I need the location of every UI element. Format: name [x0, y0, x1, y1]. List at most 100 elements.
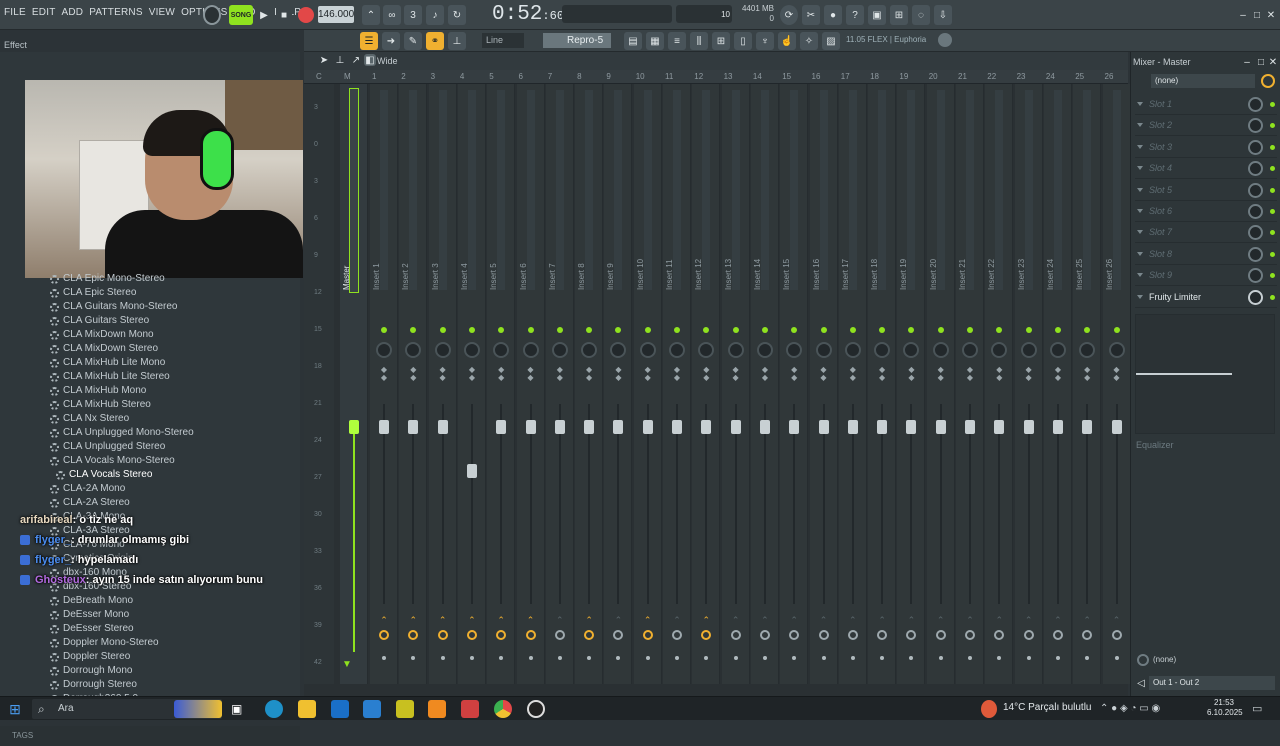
game-banner-icon[interactable] [174, 700, 222, 718]
stereo-icon[interactable]: ◆ ◆ [555, 366, 565, 384]
pan-knob[interactable] [463, 342, 480, 358]
volume-fader[interactable] [1023, 420, 1034, 434]
insert-enable-led[interactable] [439, 327, 446, 333]
stereo-icon[interactable]: ◆ ◆ [877, 366, 887, 384]
slot-enable-led[interactable] [1270, 144, 1275, 150]
minimize-icon[interactable]: – [1236, 5, 1250, 25]
output-select[interactable]: Out 1 - Out 2 [1149, 676, 1275, 690]
route-arrow-icon[interactable]: ⌃ [555, 616, 565, 625]
help-icon[interactable]: ? [846, 5, 864, 25]
pat-song-toggle[interactable] [203, 5, 221, 25]
slot-enable-led[interactable] [1270, 187, 1275, 193]
mixer-insert-strip[interactable]: Insert 25 ◆ ◆ ⌃ [1073, 84, 1102, 684]
volume-fader[interactable] [525, 420, 536, 434]
project-icon[interactable]: ▯ [734, 32, 752, 50]
effect-slot[interactable]: Slot 5 [1135, 180, 1277, 201]
route-arrow-icon[interactable]: ⌃ [819, 616, 829, 625]
route-knob[interactable] [701, 630, 712, 640]
pan-knob[interactable] [991, 342, 1008, 358]
volume-fader[interactable] [847, 420, 858, 434]
taskbar-clock[interactable]: 21:53 6.10.2025 [1207, 698, 1243, 718]
browser-item[interactable]: CLA MixDown Stereo [50, 342, 300, 356]
route-arrow-icon[interactable]: ⌃ [848, 616, 858, 625]
insert-enable-led[interactable] [879, 327, 886, 333]
menu-item[interactable]: PATTERNS [89, 7, 142, 18]
close-icon[interactable]: ✕ [1264, 5, 1278, 25]
insert-enable-led[interactable] [381, 327, 387, 333]
stereo-icon[interactable]: ◆ ◆ [936, 366, 946, 384]
route-arrow-icon[interactable]: ⌃ [1082, 616, 1092, 625]
mixer-insert-strip[interactable]: Insert 24 ◆ ◆ ⌃ [1043, 84, 1072, 684]
effect-slot[interactable]: Slot 6 [1135, 201, 1277, 222]
stereo-icon[interactable]: ◆ ◆ [1112, 366, 1122, 384]
slot-menu-icon[interactable] [1137, 294, 1143, 299]
pan-knob[interactable] [434, 342, 451, 358]
touch-icon[interactable]: ☝ [778, 32, 796, 50]
master-arrow-icon[interactable]: ▼ [340, 658, 354, 670]
pan-knob[interactable] [874, 342, 891, 358]
wait-input-icon[interactable]: ∞ [383, 5, 401, 25]
route-arrow-icon[interactable]: ⌃ [789, 616, 799, 625]
bottom-slot-knob[interactable] [1137, 654, 1149, 666]
master-pitch-slider[interactable] [562, 5, 672, 23]
tags-bar[interactable]: TAGS [0, 726, 300, 746]
mixer-menu-icon[interactable]: ➤ [318, 54, 330, 66]
mixer-insert-strip[interactable]: Insert 8 ◆ ◆ ⌃ [575, 84, 604, 684]
slot-menu-icon[interactable] [1137, 102, 1143, 106]
pan-knob[interactable] [581, 342, 598, 358]
insert-enable-led[interactable] [849, 327, 856, 333]
route-arrow-icon[interactable]: ⌃ [731, 616, 741, 625]
route-arrow-icon[interactable]: ⌃ [965, 616, 975, 625]
stamp-icon[interactable]: ⊥ [448, 32, 466, 50]
preset-select[interactable]: (none) [1151, 74, 1255, 88]
browser-item[interactable]: CLA Vocals Stereo [50, 468, 300, 482]
browser-item[interactable]: CLA Nx Stereo [50, 412, 300, 426]
pan-knob[interactable] [1079, 342, 1096, 358]
stereo-icon[interactable]: ◆ ◆ [819, 366, 829, 384]
save-icon[interactable]: ▣ [868, 5, 886, 25]
slot-menu-icon[interactable] [1137, 251, 1143, 256]
browser-item[interactable]: CLA Unplugged Stereo [50, 440, 300, 454]
mixer-insert-strip[interactable]: Insert 6 ◆ ◆ ⌃ [516, 84, 545, 684]
route-knob[interactable] [642, 630, 653, 640]
mixer-insert-strip[interactable]: Insert 4 ◆ ◆ ⌃ [457, 84, 486, 684]
slot-menu-icon[interactable] [1137, 166, 1143, 171]
slot-enable-led[interactable] [1270, 166, 1275, 172]
menu-item[interactable]: FILE [4, 7, 26, 18]
insert-enable-led[interactable] [967, 327, 973, 333]
mixer-insert-strip[interactable]: Insert 16 ◆ ◆ ⌃ [809, 84, 838, 684]
mixer-view-icon[interactable]: ◧ [364, 54, 376, 66]
slot-menu-icon[interactable] [1137, 230, 1143, 235]
stereo-icon[interactable]: ◆ ◆ [1024, 366, 1034, 384]
stereo-icon[interactable]: ◆ ◆ [643, 366, 653, 384]
route-knob[interactable] [496, 630, 507, 640]
pattern-picker-icon[interactable]: ☰ [360, 32, 378, 50]
insert-enable-led[interactable] [674, 327, 680, 333]
menu-item[interactable]: EDIT [32, 7, 56, 18]
browser-item[interactable]: CLA-2A Stereo [50, 496, 300, 510]
mixer-insert-strip[interactable]: Insert 19 ◆ ◆ ⌃ [897, 84, 926, 684]
weather-text[interactable]: 14°C Parçalı bulutlu [1003, 702, 1092, 713]
plugin-picker-icon[interactable]: ♆ [756, 32, 774, 50]
flstudio-icon[interactable] [428, 700, 446, 718]
browser-item[interactable]: CLA MixHub Mono [50, 384, 300, 398]
route-arrow-icon[interactable]: ⌃ [613, 616, 623, 625]
song-mode-button[interactable]: SONG [229, 5, 253, 25]
volume-fader[interactable] [701, 420, 712, 434]
browser-item[interactable]: Doppler Stereo [50, 650, 300, 664]
browser-item[interactable]: Dorrough Mono [50, 664, 300, 678]
route-knob[interactable] [789, 630, 800, 640]
pan-knob[interactable] [376, 342, 392, 358]
tempo-display[interactable]: 146.000 [318, 6, 354, 23]
browser-item[interactable]: CLA MixDown Mono [50, 328, 300, 342]
chrome-icon[interactable] [494, 700, 512, 718]
route-knob[interactable] [994, 630, 1005, 640]
play-button[interactable]: ▶ [256, 5, 272, 25]
route-arrow-icon[interactable]: ⌃ [701, 616, 711, 625]
insert-enable-led[interactable] [908, 327, 915, 333]
mixer-insert-strip[interactable]: Insert 11 ◆ ◆ ⌃ [663, 84, 691, 684]
mixer-insert-strip[interactable]: Insert 7 ◆ ◆ ⌃ [545, 84, 574, 684]
chat-icon[interactable]: ◌ [912, 5, 930, 25]
pan-knob[interactable] [1020, 342, 1037, 358]
insert-enable-led[interactable] [586, 327, 593, 333]
